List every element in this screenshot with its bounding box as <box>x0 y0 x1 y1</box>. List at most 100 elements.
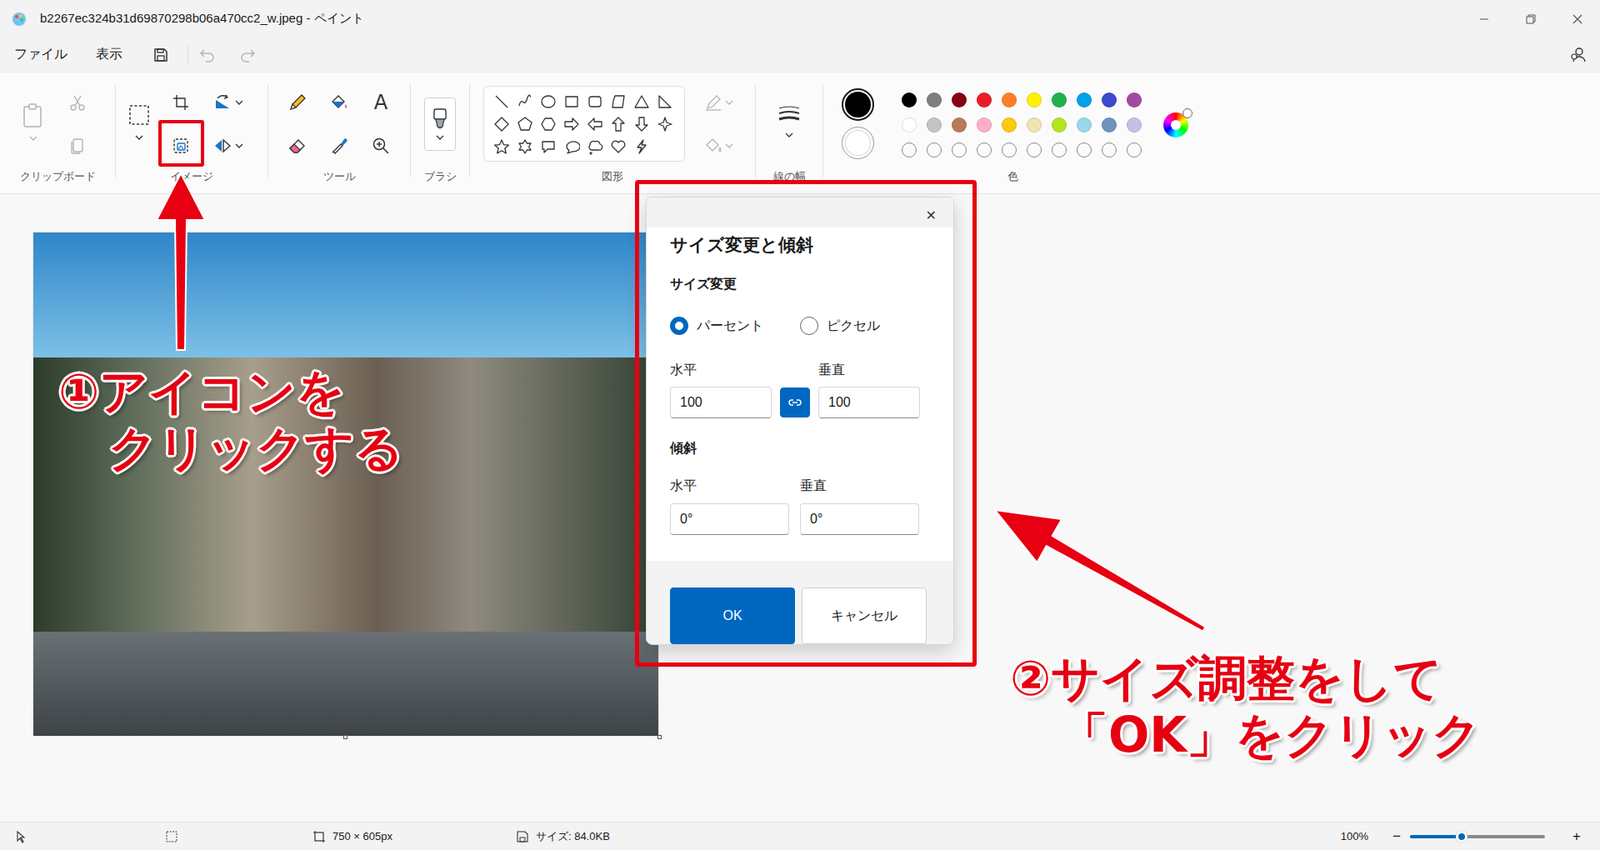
color-swatch[interactable] <box>996 87 1022 113</box>
color-swatch[interactable] <box>896 137 922 163</box>
color-swatch[interactable] <box>1046 137 1072 163</box>
color-swatch[interactable] <box>946 87 972 113</box>
color-swatch[interactable] <box>1071 137 1097 163</box>
zoom-in-button[interactable]: + <box>1566 828 1587 845</box>
unit-radio[interactable]: パーセント <box>670 316 800 335</box>
zoom-slider[interactable] <box>1410 835 1545 839</box>
shape-item[interactable] <box>513 112 537 135</box>
shape-item[interactable] <box>560 135 584 158</box>
chevron-down-icon[interactable] <box>234 141 245 150</box>
shape-item[interactable] <box>583 112 607 135</box>
pencil-icon[interactable] <box>287 92 308 113</box>
chevron-down-icon[interactable] <box>134 133 145 142</box>
shape-item[interactable] <box>653 90 677 113</box>
dialog-close-button[interactable]: ✕ <box>920 204 942 227</box>
restore-icon[interactable] <box>1511 5 1550 33</box>
shape-item[interactable] <box>536 135 560 158</box>
fill-bucket-icon[interactable] <box>329 92 350 113</box>
shape-item[interactable] <box>536 112 560 135</box>
color-swatch[interactable] <box>996 137 1022 163</box>
flip-icon[interactable] <box>212 136 233 155</box>
shape-item[interactable] <box>513 90 537 113</box>
current-color[interactable] <box>841 88 875 121</box>
aspect-lock-button[interactable] <box>780 387 810 418</box>
color-swatch[interactable] <box>1046 87 1072 113</box>
shape-item[interactable] <box>630 112 654 135</box>
photo[interactable] <box>33 232 659 736</box>
chevron-down-icon[interactable] <box>28 134 39 143</box>
close-window-icon[interactable] <box>1558 5 1597 33</box>
shape-outline-icon[interactable] <box>704 93 723 112</box>
shape-item[interactable] <box>583 90 607 113</box>
cut-icon[interactable] <box>68 93 87 112</box>
color-swatch[interactable] <box>1021 137 1047 163</box>
color-swatch[interactable] <box>971 112 997 138</box>
shape-item[interactable] <box>606 112 630 135</box>
color-swatch[interactable] <box>921 87 947 113</box>
color-swatch[interactable] <box>1096 87 1122 113</box>
color-swatch[interactable] <box>946 137 972 163</box>
chevron-down-icon[interactable] <box>234 98 245 107</box>
color-swatch[interactable] <box>921 137 947 163</box>
shape-item[interactable] <box>490 90 514 113</box>
resize-icon[interactable] <box>171 136 190 155</box>
menu-item[interactable]: 表示 <box>90 42 128 67</box>
eraser-icon[interactable] <box>287 135 308 156</box>
dialog-button[interactable]: OK <box>670 587 795 645</box>
shape-item[interactable] <box>653 112 677 135</box>
shape-fill-icon[interactable] <box>704 136 723 155</box>
shape-item[interactable] <box>606 90 630 113</box>
unit-radio[interactable]: ピクセル <box>800 316 930 335</box>
shape-item[interactable] <box>583 135 607 158</box>
vertical-skew-input[interactable]: 0° <box>800 503 920 535</box>
shape-item[interactable] <box>560 90 584 113</box>
dialog-button[interactable]: キャンセル <box>801 587 927 645</box>
select-rectangle-icon[interactable] <box>127 103 151 127</box>
color-swatch[interactable] <box>896 112 922 138</box>
rotate-icon[interactable] <box>212 93 233 112</box>
color-swatch[interactable] <box>971 137 997 163</box>
horizontal-skew-input[interactable]: 0° <box>670 503 790 535</box>
color-swatch[interactable] <box>921 112 947 138</box>
color-swatch[interactable] <box>1021 87 1047 113</box>
color-swatch[interactable] <box>1096 112 1122 138</box>
color-swatch[interactable] <box>1021 112 1047 138</box>
text-tool[interactable]: A <box>374 92 388 113</box>
color-swatch[interactable] <box>996 112 1022 138</box>
chevron-down-icon[interactable] <box>724 141 735 150</box>
zoom-out-button[interactable]: − <box>1386 828 1407 845</box>
save-icon[interactable] <box>152 46 170 64</box>
brush-button[interactable] <box>424 97 456 151</box>
magnifier-icon[interactable] <box>370 135 391 156</box>
color-swatch[interactable] <box>1096 137 1122 163</box>
redo-icon[interactable] <box>238 46 257 64</box>
color-swatch[interactable] <box>971 87 997 113</box>
minimize-icon[interactable] <box>1465 5 1504 33</box>
horizontal-resize-input[interactable]: 100 <box>670 386 772 419</box>
shape-item[interactable] <box>560 112 584 135</box>
current-color[interactable] <box>841 126 875 160</box>
menu-item[interactable]: ファイル <box>9 42 73 67</box>
shape-item[interactable] <box>630 90 654 113</box>
vertical-resize-input[interactable]: 100 <box>818 386 920 419</box>
shape-item[interactable] <box>630 135 654 158</box>
undo-icon[interactable] <box>198 46 217 64</box>
shape-item[interactable] <box>536 90 560 113</box>
color-swatch[interactable] <box>896 87 922 113</box>
chevron-down-icon[interactable] <box>724 98 735 107</box>
edit-colors-icon[interactable] <box>1163 112 1189 138</box>
crop-icon[interactable] <box>171 93 190 112</box>
shape-item[interactable] <box>490 135 514 158</box>
copy-icon[interactable] <box>68 136 87 155</box>
resize-handle[interactable] <box>657 735 662 740</box>
color-swatch[interactable] <box>1121 112 1147 138</box>
color-swatch[interactable] <box>1071 87 1097 113</box>
account-icon[interactable] <box>1569 45 1588 65</box>
line-width-button[interactable] <box>776 104 802 140</box>
color-swatch[interactable] <box>1071 112 1097 138</box>
color-swatch[interactable] <box>1046 112 1072 138</box>
resize-handle[interactable] <box>343 735 348 740</box>
shape-item[interactable] <box>490 112 514 135</box>
color-swatch[interactable] <box>1121 137 1147 163</box>
shape-item[interactable] <box>606 135 630 158</box>
